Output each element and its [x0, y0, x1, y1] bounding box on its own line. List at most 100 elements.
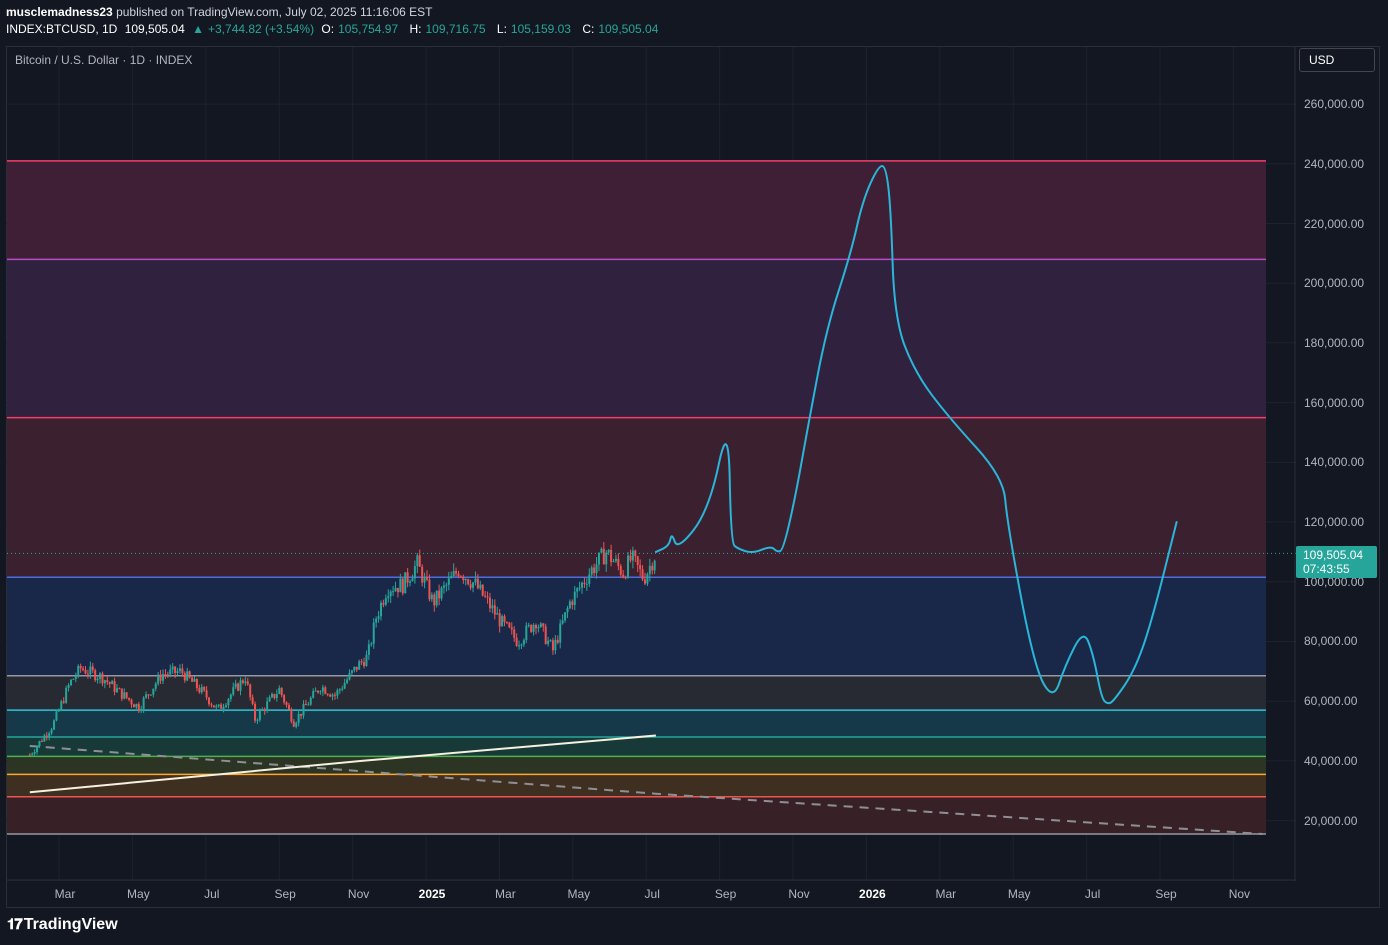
candle-body — [455, 571, 458, 574]
candle-body — [363, 662, 366, 667]
candle-body — [329, 694, 332, 697]
candle-body — [130, 699, 133, 705]
candle-body — [501, 616, 504, 627]
candle-body — [474, 578, 477, 583]
candle-body — [123, 692, 126, 699]
candle-body — [341, 688, 344, 690]
candle-body — [392, 591, 395, 593]
candle-body — [525, 625, 528, 641]
candle-body — [399, 578, 402, 593]
candle-body — [607, 549, 610, 553]
candle-body — [183, 673, 186, 681]
candle-body — [396, 587, 399, 593]
candle-body — [503, 616, 506, 622]
candle-body — [472, 582, 475, 588]
price-axis-label: 260,000.00 — [1304, 97, 1365, 112]
candle-body — [106, 680, 109, 683]
candle-body — [210, 704, 213, 706]
time-axis-label: Mar — [495, 887, 516, 901]
candle-body — [40, 741, 43, 743]
candle-body — [268, 697, 271, 702]
candle-body — [377, 616, 380, 619]
candle-body — [224, 705, 227, 707]
candle-body — [283, 695, 286, 703]
candle-body — [232, 687, 235, 695]
candle-body — [297, 713, 300, 723]
candle-body — [198, 688, 201, 693]
candle-body — [522, 640, 525, 645]
author-name[interactable]: musclemadness23 — [6, 5, 113, 19]
candle-body — [588, 574, 591, 584]
candle-body — [193, 679, 196, 682]
candle-body — [457, 573, 460, 577]
price-zone — [7, 675, 1266, 711]
candle-body — [605, 552, 608, 565]
candle-body — [556, 639, 559, 643]
currency-button[interactable]: USD — [1299, 48, 1375, 72]
candle-body — [67, 685, 70, 688]
candle-body — [493, 605, 496, 615]
candle-body — [234, 683, 237, 688]
price-axis-label: 120,000.00 — [1304, 515, 1365, 530]
candle-body — [559, 623, 562, 643]
price-axis-label: 20,000.00 — [1304, 813, 1358, 828]
candle-body — [128, 697, 131, 700]
candle-body — [409, 581, 412, 583]
candle-body — [430, 594, 433, 600]
symbol-label: INDEX:BTCUSD, 1D — [6, 22, 118, 36]
candle-body — [643, 579, 646, 584]
candle-body — [590, 567, 593, 575]
candle-body — [365, 654, 368, 667]
chart-plot-area[interactable] — [6, 47, 1296, 881]
candle-body — [333, 694, 336, 696]
candle-body — [111, 681, 114, 685]
candle-body — [69, 679, 72, 686]
candle-body — [55, 711, 58, 721]
price-axis-label: 220,000.00 — [1304, 216, 1365, 231]
tradingview-brand: TradingView — [23, 916, 118, 933]
candle-body — [164, 674, 167, 676]
tradingview-logo[interactable]: 𝟏𝟕 TradingView — [7, 916, 118, 934]
price-axis-label: 160,000.00 — [1304, 395, 1365, 410]
candle-body — [636, 556, 639, 566]
candle-body — [426, 577, 429, 580]
candle-body — [581, 582, 584, 588]
candle-body — [278, 687, 281, 694]
candle-body — [576, 588, 579, 592]
candle-body — [481, 584, 484, 596]
countdown-timer: 07:43:55 — [1303, 562, 1350, 576]
candle-body — [375, 618, 378, 623]
candle-body — [372, 622, 375, 644]
candle-body — [331, 694, 334, 697]
candle-body — [191, 677, 194, 682]
candle-body — [176, 671, 179, 674]
candle-body — [578, 587, 581, 589]
time-axis-label: May — [1007, 887, 1031, 901]
candle-body — [394, 587, 397, 592]
candle-body — [462, 576, 465, 581]
publish-info: published on TradingView.com, July 02, 2… — [116, 5, 433, 19]
close-label: C: — [582, 22, 595, 36]
candle-body — [222, 706, 225, 709]
candle-body — [343, 683, 346, 689]
candle-body — [205, 690, 208, 698]
candle-body — [416, 555, 419, 567]
candle-body — [382, 602, 385, 605]
candle-body — [229, 694, 232, 699]
candle-body — [610, 549, 613, 562]
candle-body — [38, 741, 41, 747]
candle-body — [459, 576, 462, 578]
candle-body — [181, 668, 184, 674]
candle-body — [527, 624, 530, 626]
high-value: 109,716.75 — [425, 22, 486, 36]
time-axis-label: May — [567, 887, 591, 901]
candle-body — [639, 565, 642, 570]
time-axis-label: Mar — [54, 887, 76, 901]
candle-body — [379, 602, 382, 617]
candle-body — [496, 613, 499, 615]
candle-body — [491, 605, 494, 609]
candle-body — [646, 573, 649, 584]
candle-body — [573, 591, 576, 606]
candle-body — [140, 708, 143, 712]
candle-body — [619, 566, 622, 575]
